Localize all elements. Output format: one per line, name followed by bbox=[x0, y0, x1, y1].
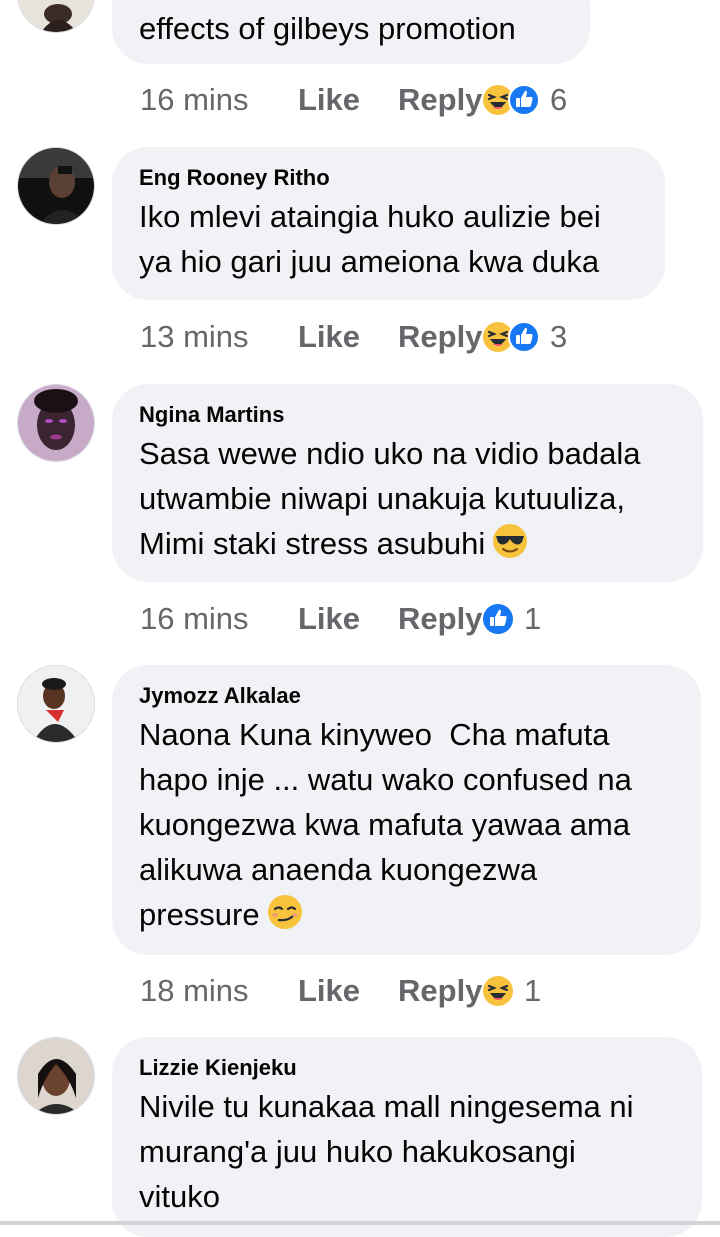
comment-text: hapo inje ... watu wako confused na bbox=[139, 762, 632, 797]
comment-text: murang'a juu huko hakukosangi bbox=[139, 1134, 576, 1169]
comment-time[interactable]: 18 mins bbox=[140, 973, 298, 1009]
screen-bottom-edge bbox=[0, 1221, 720, 1225]
reply-button[interactable]: Reply bbox=[398, 601, 482, 637]
comment-bubble: effects of gilbeys promotion bbox=[112, 0, 590, 64]
comment-time[interactable]: 16 mins bbox=[140, 601, 298, 637]
comment-text: Naona Kuna kinyweo Cha mafuta bbox=[139, 717, 610, 752]
comment-text: alikuwa anaenda kuongezwa bbox=[139, 852, 538, 887]
reaction-count: 1 bbox=[524, 973, 542, 1008]
like-button[interactable]: Like bbox=[298, 601, 398, 637]
reaction-count: 1 bbox=[524, 601, 542, 636]
comment-text: Sasa wewe ndio uko na vidio badala bbox=[139, 436, 641, 471]
reactions-summary[interactable]: 1 bbox=[482, 973, 541, 1009]
comment-text: Mimi staki stress asubuhi bbox=[139, 526, 486, 561]
comment-bubble: Eng Rooney Ritho Iko mlevi ataingia huko… bbox=[112, 147, 665, 300]
avatar[interactable] bbox=[17, 1037, 95, 1115]
comment-time[interactable]: 13 mins bbox=[140, 319, 298, 355]
reaction-count: 3 bbox=[550, 319, 568, 354]
comment-bubble: Jymozz Alkalae Naona Kuna kinyweo Cha ma… bbox=[112, 665, 701, 955]
comment-text: vituko bbox=[139, 1179, 220, 1214]
comment-time[interactable]: 16 mins bbox=[140, 82, 298, 118]
comment-text: effects of gilbeys promotion bbox=[139, 11, 516, 46]
comment-actions: 18 mins Like Reply 1 bbox=[140, 971, 541, 1011]
comment-author[interactable]: Lizzie Kienjeku bbox=[139, 1053, 675, 1083]
sunglasses-emoji bbox=[493, 524, 528, 558]
avatar[interactable] bbox=[17, 384, 95, 462]
like-button[interactable]: Like bbox=[298, 82, 398, 118]
reactions-summary[interactable]: 1 bbox=[482, 601, 541, 637]
avatar[interactable] bbox=[17, 0, 95, 33]
comment-author[interactable]: Ngina Martins bbox=[139, 400, 676, 430]
comment-actions: 16 mins Like Reply 1 bbox=[140, 599, 541, 639]
comment-bubble: Lizzie Kienjeku Nivile tu kunakaa mall n… bbox=[112, 1037, 702, 1237]
comment-text-line: Mimi staki stress asubuhi bbox=[139, 521, 676, 566]
smirk-emoji bbox=[267, 895, 302, 929]
like-icon bbox=[508, 84, 540, 116]
comment-actions: 16 mins Like Reply 6 bbox=[140, 80, 567, 120]
comment-text: Iko mlevi ataingia huko aulizie bei bbox=[139, 199, 601, 234]
comment-text-line: pressure bbox=[139, 892, 674, 937]
avatar[interactable] bbox=[17, 665, 95, 743]
comment-actions: 13 mins Like Reply 3 bbox=[140, 317, 567, 357]
comment-text: Nivile tu kunakaa mall ningesema ni bbox=[139, 1089, 634, 1124]
reply-button[interactable]: Reply bbox=[398, 973, 482, 1009]
comment-text: utwambie niwapi unakuja kutuuliza, bbox=[139, 481, 625, 516]
reactions-summary[interactable]: 3 bbox=[482, 319, 567, 355]
comment-text: kuongezwa kwa mafuta yawaa ama bbox=[139, 807, 631, 842]
reply-button[interactable]: Reply bbox=[398, 82, 482, 118]
like-icon bbox=[508, 321, 540, 353]
haha-icon bbox=[483, 976, 513, 1006]
reply-button[interactable]: Reply bbox=[398, 319, 482, 355]
comment-author[interactable]: Jymozz Alkalae bbox=[139, 681, 674, 711]
avatar[interactable] bbox=[17, 147, 95, 225]
reactions-summary[interactable]: 6 bbox=[482, 82, 567, 118]
comment-bubble: Ngina Martins Sasa wewe ndio uko na vidi… bbox=[112, 384, 703, 582]
comment-text: pressure bbox=[139, 897, 260, 932]
like-button[interactable]: Like bbox=[298, 319, 398, 355]
comment-author[interactable]: Eng Rooney Ritho bbox=[139, 163, 638, 193]
like-icon bbox=[483, 604, 513, 634]
comment-text: ya hio gari juu ameiona kwa duka bbox=[139, 244, 600, 279]
reaction-count: 6 bbox=[550, 82, 568, 117]
like-button[interactable]: Like bbox=[298, 973, 398, 1009]
